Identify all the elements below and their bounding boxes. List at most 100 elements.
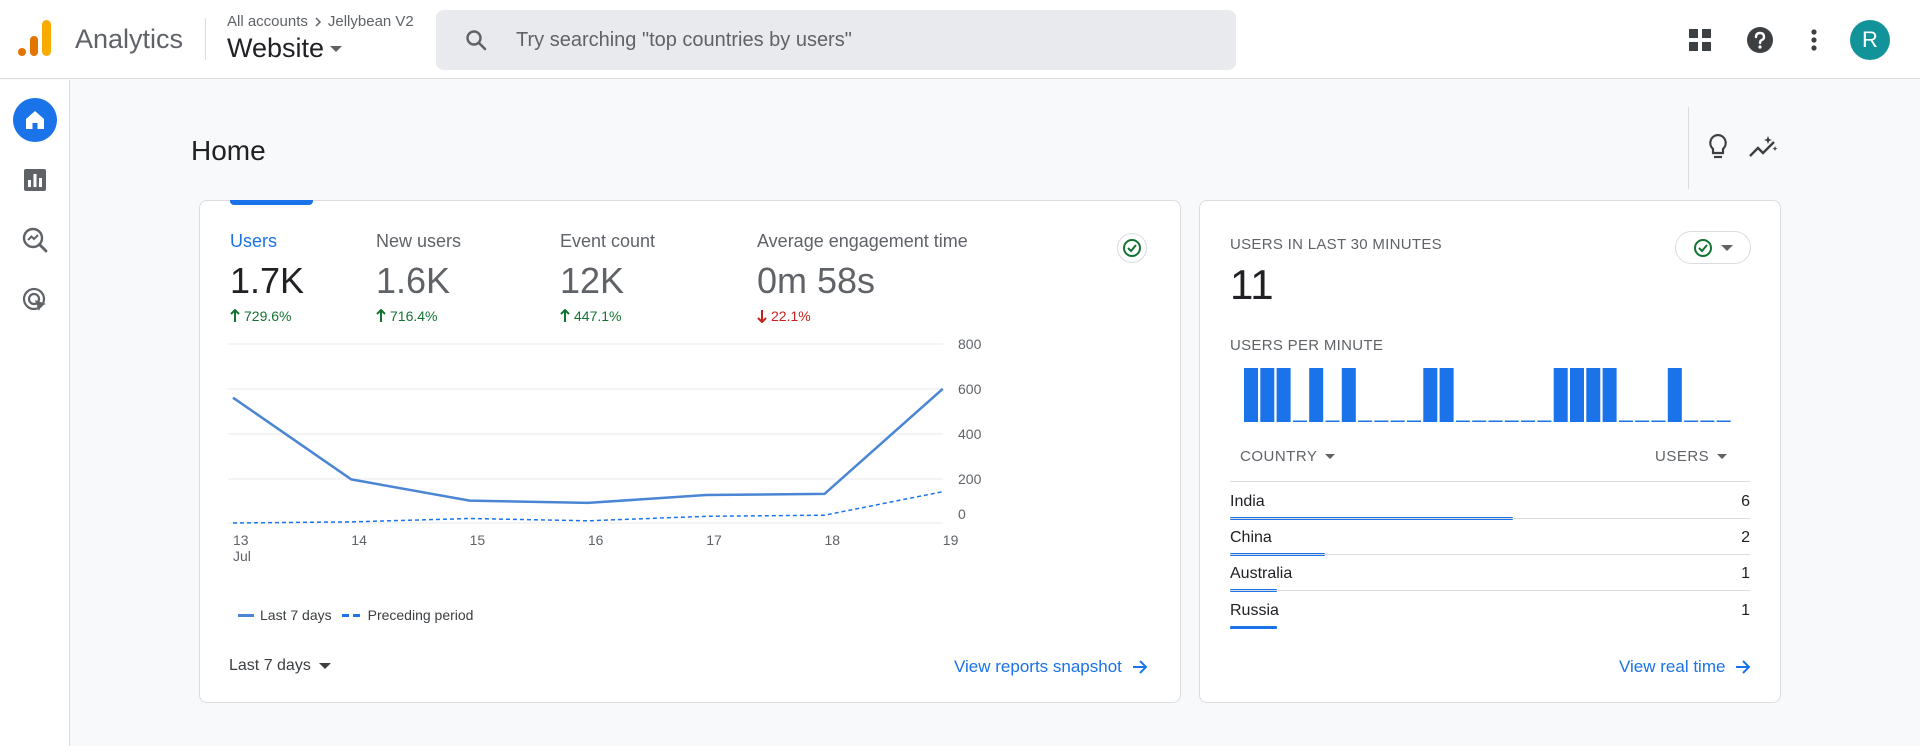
metric-event-count[interactable]: Event count 12K 447.1% xyxy=(560,231,655,324)
caret-down-icon xyxy=(1717,454,1728,459)
minute-bar-empty xyxy=(1618,420,1633,422)
explore-icon xyxy=(22,227,48,253)
search-bar[interactable] xyxy=(436,10,1236,70)
chevron-right-icon xyxy=(315,16,321,27)
minute-bar-empty xyxy=(1358,420,1373,422)
data-quality-status[interactable] xyxy=(1117,233,1147,263)
minute-bar-empty xyxy=(1716,420,1731,422)
metric-label: Average engagement time xyxy=(757,231,968,251)
metric-new-users[interactable]: New users 1.6K 716.4% xyxy=(376,231,461,324)
arrow-right-icon xyxy=(1736,660,1751,674)
metric-label: Event count xyxy=(560,231,656,251)
minute-bar xyxy=(1586,368,1601,422)
metric-value: 1.6K xyxy=(376,260,451,301)
breadcrumb-root[interactable]: All accounts xyxy=(227,13,308,30)
search-icon xyxy=(466,30,487,51)
x-tick-label: 16 xyxy=(588,532,604,548)
minute-bar xyxy=(1439,368,1454,422)
metric-delta: 447.1% xyxy=(560,308,655,324)
minute-bar-empty xyxy=(1325,420,1340,422)
minute-bar-empty xyxy=(1472,420,1487,422)
search-input[interactable] xyxy=(516,10,1216,70)
metric-delta-value: 729.6% xyxy=(244,308,292,324)
column-header-country[interactable]: COUNTRY xyxy=(1240,448,1336,465)
page-title: Home xyxy=(191,135,266,166)
metric-users[interactable]: Users 1.7K 729.6% xyxy=(230,231,304,324)
insights-sparkle-icon[interactable] xyxy=(1748,132,1778,162)
date-range-selector[interactable]: Last 7 days xyxy=(229,657,331,675)
header-actions-divider xyxy=(1688,107,1689,189)
legend-item-current[interactable]: Last 7 days xyxy=(238,607,332,623)
property-name[interactable]: Website xyxy=(227,33,324,64)
minute-bar-empty xyxy=(1504,420,1519,422)
view-reports-snapshot-link[interactable]: View reports snapshot xyxy=(954,657,1148,677)
x-tick-label: 18 xyxy=(825,532,841,548)
metric-delta: 716.4% xyxy=(376,308,461,324)
series-line-preceding xyxy=(232,490,943,524)
realtime-status-menu[interactable] xyxy=(1675,231,1751,264)
breadcrumb[interactable]: All accounts Jellybean V2 xyxy=(227,13,414,30)
users-line-chart: 800 600 400 200 0 13Jul 14 15 16 17 18 19 xyxy=(228,336,982,564)
active-tab-indicator xyxy=(230,200,313,205)
more-options-icon[interactable] xyxy=(1798,24,1830,56)
caret-down-icon xyxy=(1325,454,1336,459)
share-bar xyxy=(1230,626,1277,629)
help-icon[interactable] xyxy=(1744,24,1776,56)
avatar[interactable]: R xyxy=(1850,20,1890,60)
nav-home[interactable] xyxy=(13,98,57,142)
x-tick-label: 15 xyxy=(470,532,486,548)
table-row[interactable]: China 2 xyxy=(1230,519,1750,556)
nav-advertising[interactable] xyxy=(13,278,57,322)
arrow-right-icon xyxy=(1132,660,1148,674)
metric-label: Users xyxy=(230,231,278,251)
analytics-logo-icon[interactable] xyxy=(18,18,52,58)
nav-reports[interactable] xyxy=(13,158,57,202)
breadcrumb-account[interactable]: Jellybean V2 xyxy=(328,13,414,30)
x-tick-label: 14 xyxy=(351,532,367,548)
arrow-down-icon xyxy=(757,310,767,323)
minute-bar-empty xyxy=(1635,420,1650,422)
top-bar: Analytics All accounts Jellybean V2 Webs… xyxy=(0,0,1920,79)
minute-bar xyxy=(1423,368,1438,422)
table-row[interactable]: India 6 xyxy=(1230,483,1750,520)
metric-engagement-time[interactable]: Average engagement time 0m 58s 22.1% xyxy=(757,231,968,324)
legend-item-preceding[interactable]: Preceding period xyxy=(341,607,474,623)
chart-legend: Last 7 days Preceding period xyxy=(238,607,473,623)
y-tick-label: 800 xyxy=(958,336,982,352)
y-tick-label: 200 xyxy=(958,471,982,487)
link-label: View real time xyxy=(1619,657,1726,676)
x-tick-sublabel: Jul xyxy=(233,548,251,564)
minute-bar-empty xyxy=(1651,420,1666,422)
legend-label: Preceding period xyxy=(367,607,474,623)
property-selector[interactable]: Website xyxy=(227,33,343,64)
metric-label: New users xyxy=(376,231,462,251)
realtime-card: USERS IN LAST 30 MINUTES 11 USERS PER MI… xyxy=(1199,200,1781,703)
column-label: COUNTRY xyxy=(1240,448,1318,465)
table-row[interactable]: Russia 1 xyxy=(1230,592,1750,629)
metric-delta: 729.6% xyxy=(230,308,304,324)
minute-bar xyxy=(1602,368,1617,422)
realtime-value: 11 xyxy=(1230,261,1274,308)
country-users: 1 xyxy=(1741,565,1750,582)
minute-bar xyxy=(1244,368,1258,422)
column-header-users[interactable]: USERS xyxy=(1655,448,1728,465)
minute-bar-empty xyxy=(1488,420,1503,422)
minute-bar-empty xyxy=(1684,420,1699,422)
check-circle-icon xyxy=(1694,238,1712,257)
nav-explore[interactable] xyxy=(13,218,57,262)
metric-delta-value: 447.1% xyxy=(574,308,622,324)
view-real-time-link[interactable]: View real time xyxy=(1619,657,1751,677)
table-row[interactable]: Australia 1 xyxy=(1230,555,1750,592)
country-users: 1 xyxy=(1741,602,1750,619)
series-line-current xyxy=(232,387,944,505)
minute-bar xyxy=(1570,368,1584,422)
apps-grid-icon[interactable] xyxy=(1684,24,1716,56)
metric-delta: 22.1% xyxy=(757,308,968,324)
table-divider xyxy=(1230,481,1750,482)
x-tick-label: 13 xyxy=(233,532,249,548)
overview-card: Users 1.7K 729.6% New users 1.6K 716.4% … xyxy=(199,200,1181,703)
app-name[interactable]: Analytics xyxy=(75,24,183,55)
table-divider xyxy=(1230,590,1750,591)
insights-lightbulb-icon[interactable] xyxy=(1703,132,1733,162)
legend-label: Last 7 days xyxy=(260,607,332,623)
